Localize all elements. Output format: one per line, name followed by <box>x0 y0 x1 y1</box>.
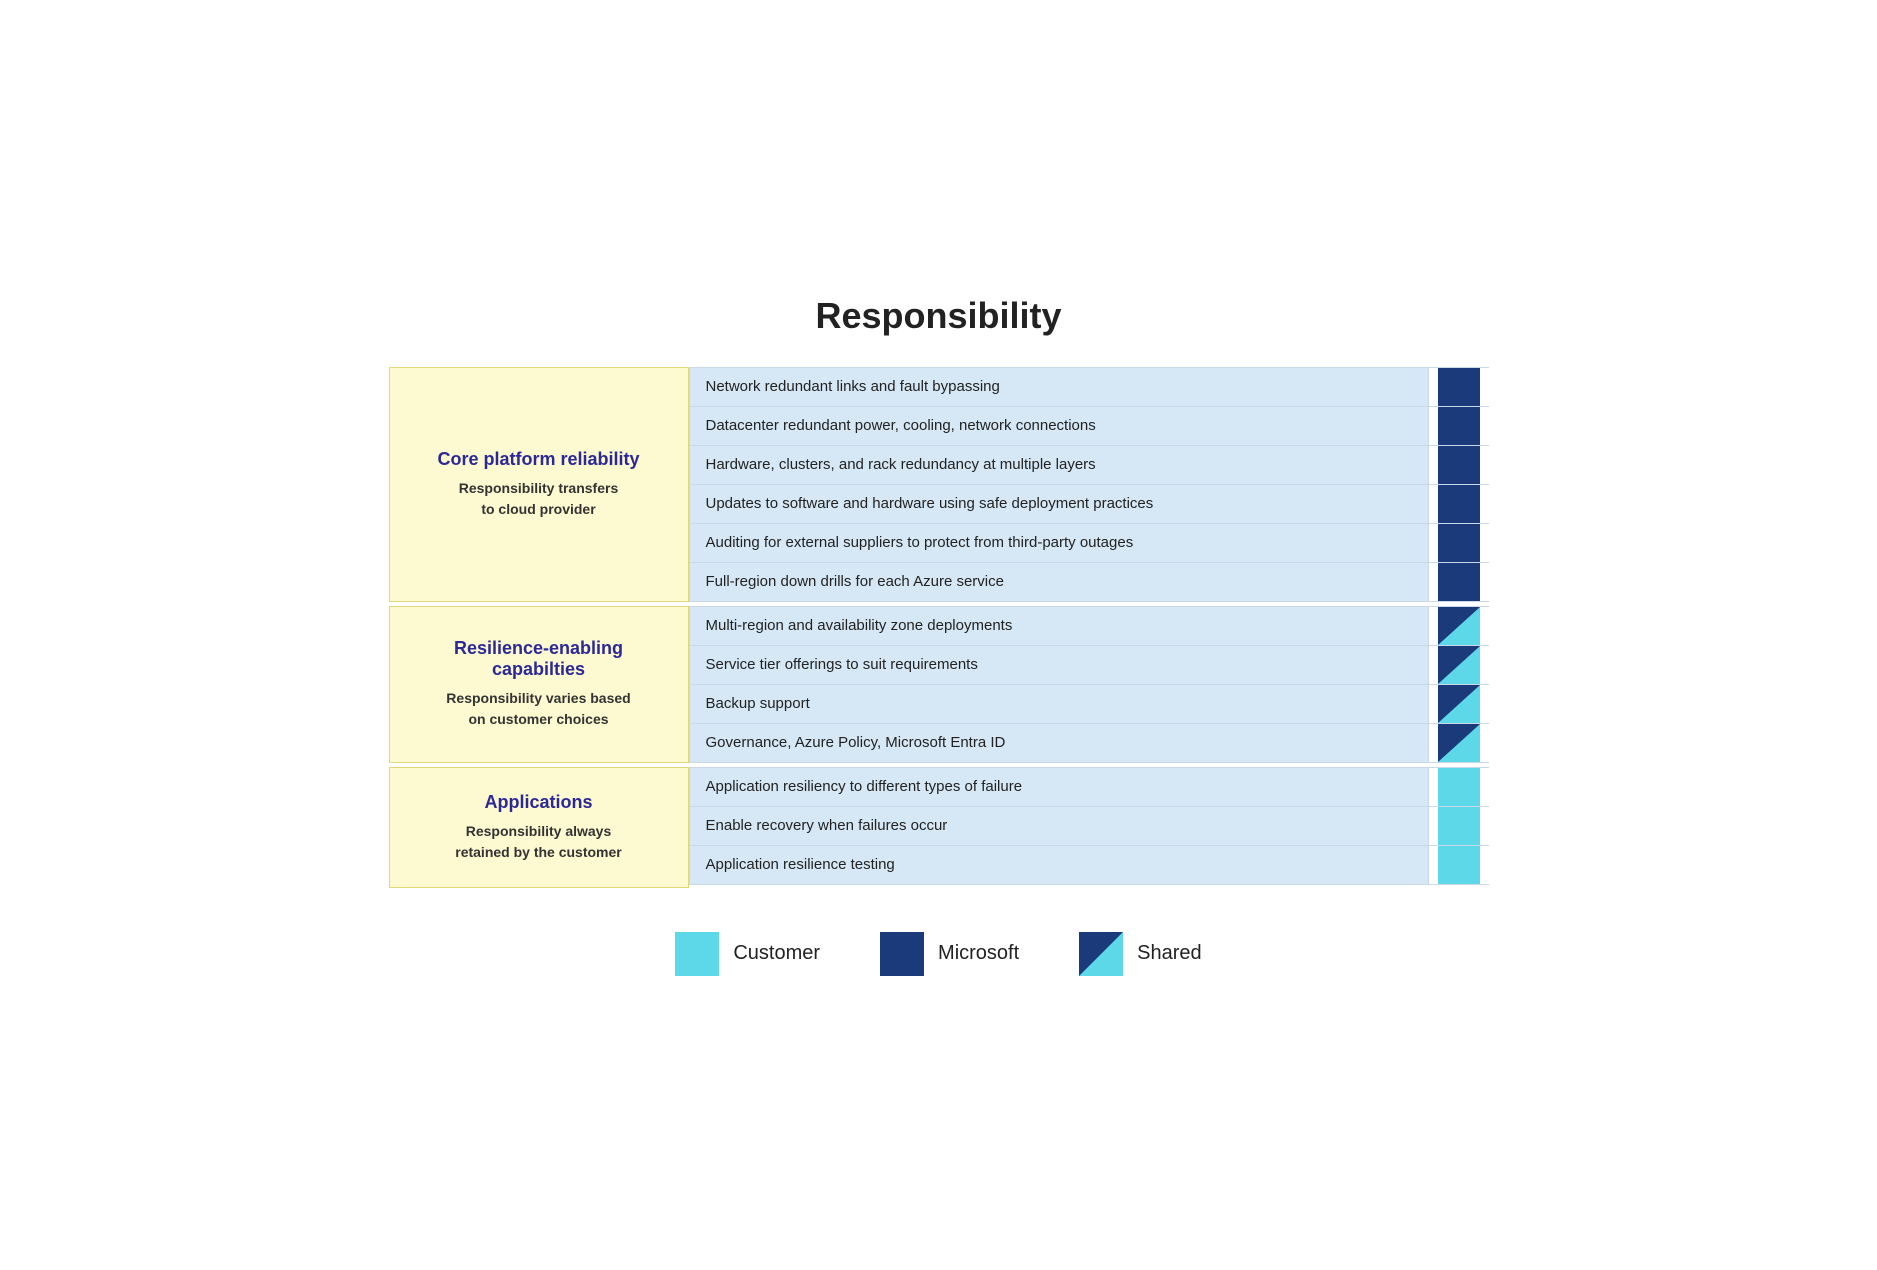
item-text: Network redundant links and fault bypass… <box>689 368 1429 406</box>
item-row: Datacenter redundant power, cooling, net… <box>689 407 1489 446</box>
legend-label-shared: Shared <box>1137 942 1202 965</box>
item-text: Governance, Azure Policy, Microsoft Entr… <box>689 724 1429 762</box>
indicator-box-microsoft <box>1438 524 1480 562</box>
section-items-core-platform: Network redundant links and fault bypass… <box>689 367 1489 602</box>
item-indicator <box>1429 407 1489 445</box>
item-row: Updates to software and hardware using s… <box>689 485 1489 524</box>
item-row: Backup support <box>689 685 1489 724</box>
item-indicator <box>1429 646 1489 684</box>
indicator-box-microsoft <box>1438 563 1480 601</box>
indicator-box-customer <box>1438 846 1480 884</box>
section-core-platform: Core platform reliability Responsibility … <box>389 367 1489 602</box>
legend-item-customer: Customer <box>675 932 820 976</box>
item-indicator <box>1429 485 1489 523</box>
indicator-box-microsoft <box>1438 368 1480 406</box>
item-text: Enable recovery when failures occur <box>689 807 1429 845</box>
item-indicator <box>1429 524 1489 562</box>
item-row: Hardware, clusters, and rack redundancy … <box>689 446 1489 485</box>
item-row: Full-region down drills for each Azure s… <box>689 563 1489 602</box>
legend-item-microsoft: Microsoft <box>880 932 1019 976</box>
item-indicator <box>1429 685 1489 723</box>
legend-item-shared: Shared <box>1079 932 1202 976</box>
item-indicator <box>1429 607 1489 645</box>
item-row: Service tier offerings to suit requireme… <box>689 646 1489 685</box>
indicator-box-customer <box>1438 807 1480 845</box>
section-label-resilience-enabling: Resilience-enabling capabilties Responsib… <box>389 606 689 763</box>
indicator-box-customer <box>1438 768 1480 806</box>
item-row: Enable recovery when failures occur <box>689 807 1489 846</box>
section-title-resilience-enabling: Resilience-enabling capabilties <box>410 638 668 680</box>
item-indicator <box>1429 846 1489 884</box>
item-row: Application resilience testing <box>689 846 1489 885</box>
section-applications: Applications Responsibility always retain… <box>389 767 1489 888</box>
section-title-core-platform: Core platform reliability <box>437 449 639 470</box>
indicator-box-shared <box>1438 607 1480 645</box>
item-row: Auditing for external suppliers to prote… <box>689 524 1489 563</box>
indicator-box-shared <box>1438 685 1480 723</box>
section-items-applications: Application resiliency to different type… <box>689 767 1489 888</box>
item-text: Backup support <box>689 685 1429 723</box>
item-row: Application resiliency to different type… <box>689 767 1489 807</box>
item-row: Network redundant links and fault bypass… <box>689 367 1489 407</box>
legend-label-customer: Customer <box>733 942 820 965</box>
page-title: Responsibility <box>389 295 1489 337</box>
item-text: Application resilience testing <box>689 846 1429 884</box>
section-title-applications: Applications <box>484 792 592 813</box>
item-indicator <box>1429 724 1489 762</box>
item-text: Updates to software and hardware using s… <box>689 485 1429 523</box>
item-text: Datacenter redundant power, cooling, net… <box>689 407 1429 445</box>
section-resilience-enabling: Resilience-enabling capabilties Responsib… <box>389 606 1489 763</box>
legend: Customer Microsoft Shared <box>389 932 1489 976</box>
item-row: Governance, Azure Policy, Microsoft Entr… <box>689 724 1489 763</box>
section-subtitle-applications: Responsibility always retained by the cu… <box>455 821 622 863</box>
section-label-core-platform: Core platform reliability Responsibility … <box>389 367 689 602</box>
section-label-applications: Applications Responsibility always retain… <box>389 767 689 888</box>
item-indicator <box>1429 446 1489 484</box>
indicator-box-shared <box>1438 724 1480 762</box>
legend-box-microsoft <box>880 932 924 976</box>
item-text: Hardware, clusters, and rack redundancy … <box>689 446 1429 484</box>
item-indicator <box>1429 807 1489 845</box>
section-items-resilience-enabling: Multi-region and availability zone deplo… <box>689 606 1489 763</box>
item-text: Application resiliency to different type… <box>689 768 1429 806</box>
page-container: Responsibility Core platform reliability… <box>389 295 1489 976</box>
main-layout: Core platform reliability Responsibility … <box>389 367 1489 892</box>
indicator-box-microsoft <box>1438 485 1480 523</box>
indicator-box-microsoft <box>1438 407 1480 445</box>
item-indicator <box>1429 368 1489 406</box>
indicator-box-shared <box>1438 646 1480 684</box>
item-text: Auditing for external suppliers to prote… <box>689 524 1429 562</box>
section-subtitle-resilience-enabling: Responsibility varies based on customer … <box>446 688 630 730</box>
legend-box-customer <box>675 932 719 976</box>
indicator-box-microsoft <box>1438 446 1480 484</box>
item-indicator <box>1429 768 1489 806</box>
item-row: Multi-region and availability zone deplo… <box>689 606 1489 646</box>
item-indicator <box>1429 563 1489 601</box>
item-text: Service tier offerings to suit requireme… <box>689 646 1429 684</box>
section-subtitle-core-platform: Responsibility transfers to cloud provid… <box>459 478 619 520</box>
item-text: Multi-region and availability zone deplo… <box>689 607 1429 645</box>
legend-label-microsoft: Microsoft <box>938 942 1019 965</box>
legend-box-shared <box>1079 932 1123 976</box>
item-text: Full-region down drills for each Azure s… <box>689 563 1429 601</box>
